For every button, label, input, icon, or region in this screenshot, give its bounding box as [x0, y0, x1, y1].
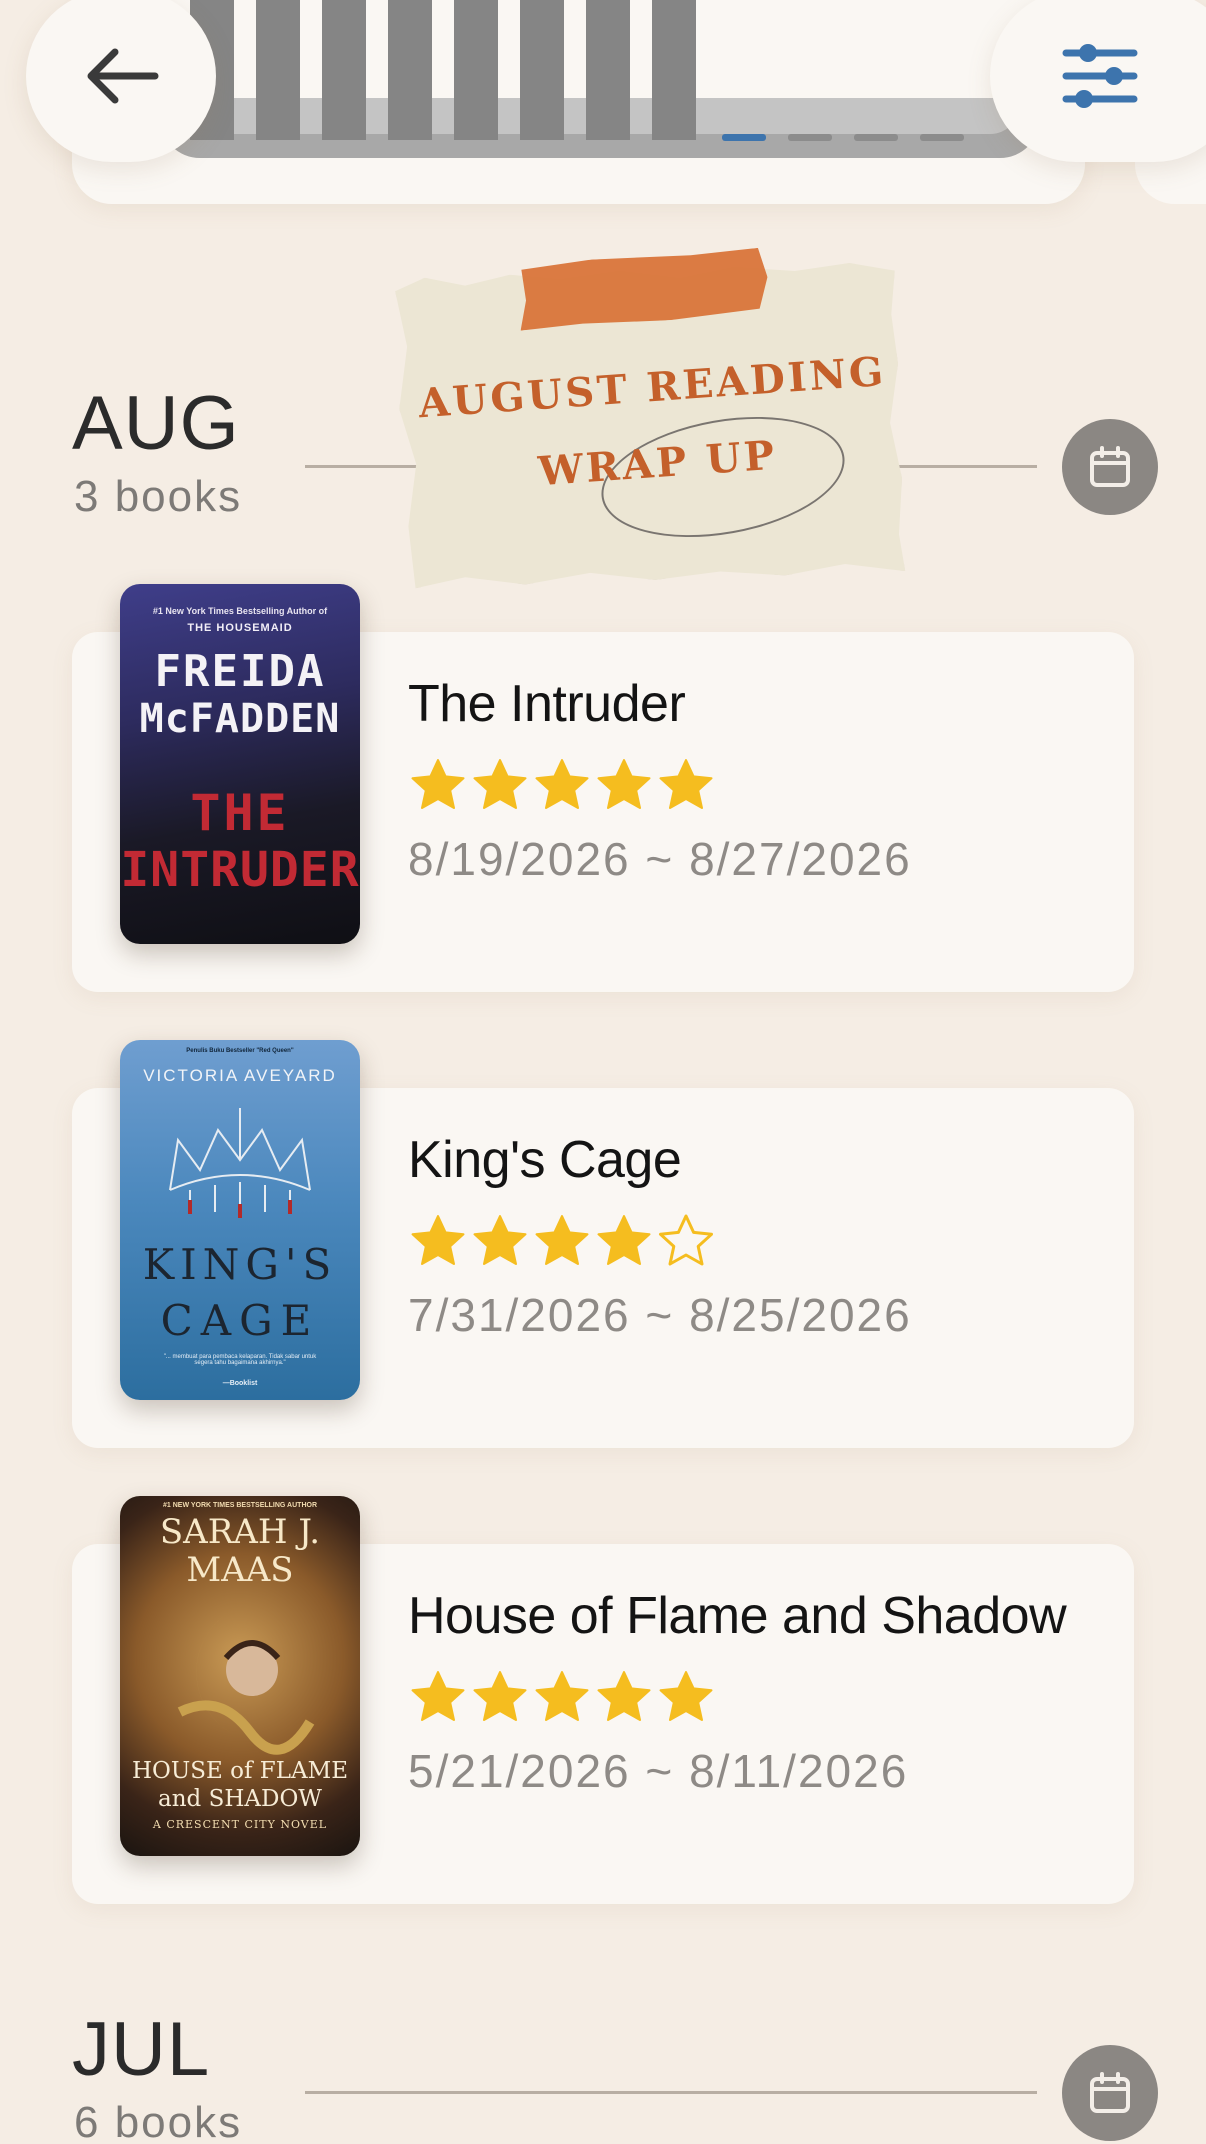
star-filled-icon: [473, 1671, 527, 1721]
crown-illustration: [169, 1108, 311, 1218]
star-filled-icon: [597, 1215, 651, 1265]
arrow-left-icon: [87, 48, 159, 104]
chart-bar: [454, 0, 498, 140]
star-filled-icon: [473, 1215, 527, 1265]
chart-bar: [652, 0, 696, 140]
star-rating: [408, 756, 716, 816]
page-indicator-dot[interactable]: [722, 134, 766, 141]
star-filled-icon: [597, 1671, 651, 1721]
star-filled-icon: [411, 759, 465, 809]
cover-quote: "... membuat para pembaca kelaparan. Tid…: [163, 1354, 317, 1366]
star-filled-icon: [659, 1671, 713, 1721]
crescent-illustration: [177, 1602, 315, 1755]
book-cover[interactable]: Penulis Buku Bestseller "Red Queen" VICT…: [120, 1040, 360, 1400]
chart-bar: [388, 0, 432, 140]
chart-bar: [256, 0, 300, 140]
reading-history-screen: AUG 3 books AUGUST READING WRAP UP #1 Ne…: [0, 0, 1206, 2144]
cover-top-line: #1 New York Times Bestselling Author of: [152, 606, 328, 616]
star-filled-icon: [597, 759, 651, 809]
filter-button[interactable]: [990, 0, 1206, 162]
page-indicator-dot[interactable]: [788, 134, 832, 141]
star-filled-icon: [473, 759, 527, 809]
chart-bar: [586, 0, 630, 140]
cover-author-1: FREIDA: [154, 646, 326, 697]
calendar-button-jul[interactable]: [1062, 2045, 1158, 2141]
month-book-count: 3 books: [74, 472, 243, 521]
reading-dates: 8/19/2026 ~ 8/27/2026: [408, 833, 912, 885]
cover-top-line: Penulis Buku Bestseller "Red Queen": [186, 1048, 294, 1054]
reading-dates: 7/31/2026 ~ 8/25/2026: [408, 1289, 912, 1341]
cover-title-1: THE: [190, 784, 290, 842]
cover-title-2: INTRUDER: [120, 842, 360, 898]
book-title[interactable]: The Intruder: [408, 674, 686, 734]
book-title[interactable]: King's Cage: [408, 1130, 682, 1190]
star-filled-icon: [535, 1215, 589, 1265]
star-rating: [408, 1668, 716, 1728]
cover-title-1: HOUSE of FLAME: [131, 1758, 348, 1784]
book-cover[interactable]: #1 New York Times Bestselling Author of …: [120, 584, 360, 944]
star-filled-icon: [411, 1215, 465, 1265]
month-name: AUG: [72, 381, 240, 466]
star-filled-icon: [411, 1671, 465, 1721]
book-cover[interactable]: #1 NEW YORK TIMES BESTSELLING AUTHOR SAR…: [120, 1496, 360, 1856]
cover-title-2: CAGE: [160, 1296, 320, 1345]
cover-quote-source: —Booklist: [222, 1380, 258, 1387]
cover-subtitle: A CRESCENT CITY NOVEL: [152, 1818, 328, 1831]
month-name: JUL: [72, 2007, 211, 2092]
calendar-button-aug[interactable]: [1062, 419, 1158, 515]
book-title[interactable]: House of Flame and Shadow: [408, 1586, 1067, 1646]
calendar-icon: [1090, 446, 1130, 487]
chart-bar: [322, 0, 366, 140]
cover-top-line: #1 NEW YORK TIMES BESTSELLING AUTHOR: [162, 1502, 317, 1509]
star-rating: [408, 1212, 716, 1272]
monthly-bar-chart: [160, 0, 1040, 158]
page-indicator[interactable]: [722, 134, 964, 141]
star-filled-icon: [659, 759, 713, 809]
cover-title-2: and SHADOW: [158, 1786, 322, 1812]
reading-dates: 5/21/2026 ~ 8/11/2026: [408, 1745, 909, 1797]
star-filled-icon: [535, 759, 589, 809]
month-divider: [305, 2091, 1037, 2094]
calendar-icon: [1090, 2072, 1130, 2113]
chart-bar: [520, 0, 564, 140]
star-filled-icon: [535, 1671, 589, 1721]
cover-author-2: McFADDEN: [139, 696, 341, 742]
page-indicator-dot[interactable]: [920, 134, 964, 141]
cover-author: VICTORIA AVEYARD: [143, 1066, 337, 1085]
cover-title-1: KING'S: [142, 1240, 338, 1289]
back-button[interactable]: [26, 0, 216, 162]
month-book-count: 6 books: [74, 2098, 243, 2144]
cover-top-line-2: THE HOUSEMAID: [187, 622, 293, 634]
sliders-icon: [1062, 44, 1138, 108]
cover-author-1: SARAH J.: [159, 1512, 321, 1552]
page-indicator-dot[interactable]: [854, 134, 898, 141]
cover-author-2: MAAS: [186, 1550, 294, 1590]
month-header-jul: JUL 6 books: [72, 2006, 1162, 2144]
star-empty-icon: [659, 1214, 713, 1266]
